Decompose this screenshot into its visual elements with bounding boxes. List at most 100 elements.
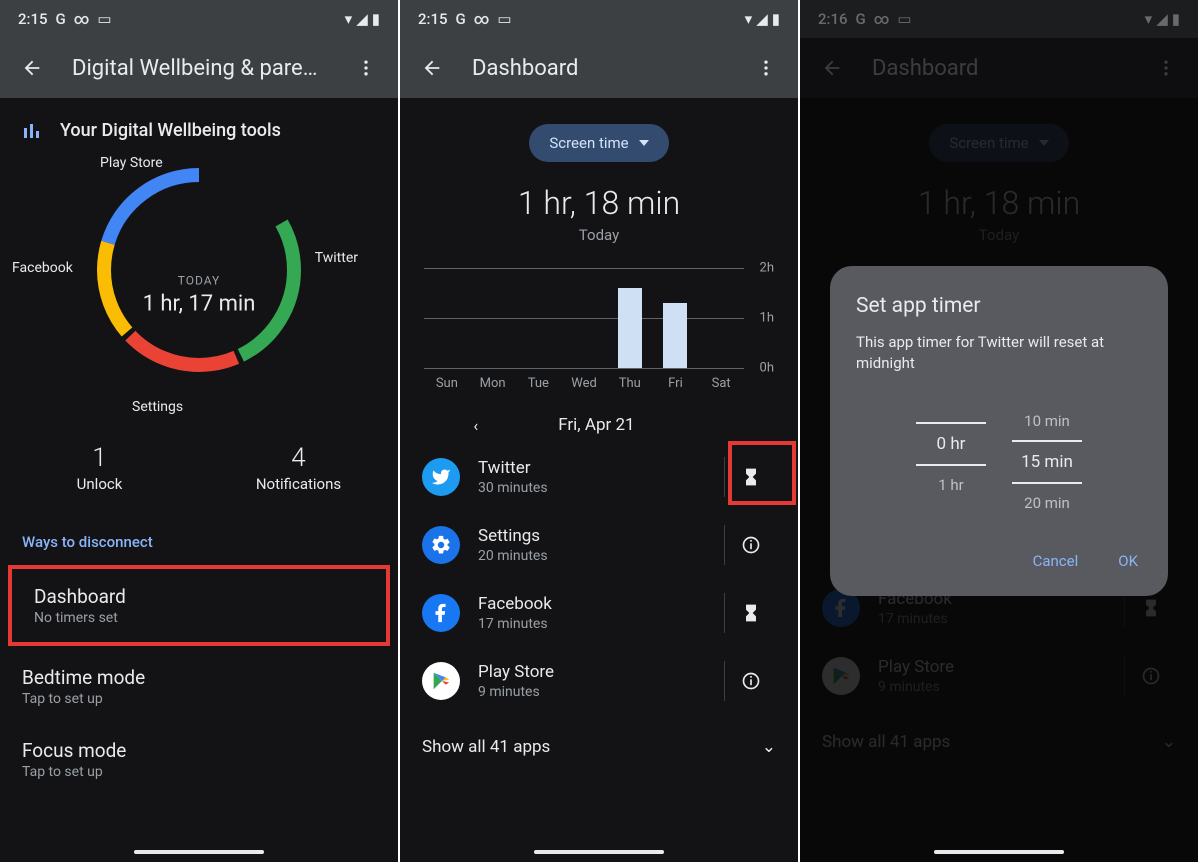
chevron-down-icon: ⌄: [762, 737, 776, 757]
twitter-icon: [422, 458, 460, 496]
bedtime-row[interactable]: Bedtime mode Tap to set up: [0, 650, 398, 723]
playstore-icon: [422, 662, 460, 700]
signal-icon: ◢: [756, 10, 768, 28]
app-name: Facebook: [478, 594, 552, 614]
info-icon: [741, 671, 761, 691]
page-title: Dashboard: [472, 56, 726, 81]
notifications-stat[interactable]: 4 Notifications: [199, 443, 398, 493]
back-arrow-icon: [21, 57, 43, 79]
focus-row[interactable]: Focus mode Tap to set up: [0, 723, 398, 796]
wheel-option: [916, 402, 986, 422]
dialog-body: This app timer for Twitter will reset at…: [856, 332, 1142, 374]
more-button[interactable]: [748, 50, 784, 86]
more-button[interactable]: [348, 50, 384, 86]
app-duration: 9 minutes: [478, 684, 554, 700]
x-tick: Mon: [470, 376, 516, 391]
nav-bar[interactable]: [534, 850, 664, 854]
x-tick: Sat: [698, 376, 744, 391]
more-vert-icon: [356, 58, 376, 78]
prev-day-button[interactable]: ‹: [473, 416, 478, 435]
google-icon: G: [56, 10, 66, 28]
screen-time-dropdown[interactable]: Screen time: [529, 124, 668, 162]
x-tick: Fri: [653, 376, 699, 391]
back-button[interactable]: [414, 50, 450, 86]
app-row-playstore[interactable]: Play Store 9 minutes: [400, 647, 798, 715]
app-bar: Digital Wellbeing & parental...: [0, 38, 398, 98]
dashboard-screen: 2:15G∞▭ ▾◢▮ Dashboard Screen time 1 hr, …: [400, 0, 800, 862]
x-tick: Sun: [424, 376, 470, 391]
bar-chart-icon: [22, 122, 40, 140]
app-row-twitter[interactable]: Twitter 30 minutes: [400, 443, 798, 511]
weekly-bar-chart[interactable]: 2h 1h 0h Sun Mon Tue Wed Thu Fri Sat: [400, 244, 798, 391]
dropdown-caret-icon: [639, 140, 649, 146]
app-duration: 30 minutes: [478, 480, 548, 496]
cancel-button[interactable]: Cancel: [1029, 544, 1083, 578]
app-row-settings[interactable]: Settings 20 minutes: [400, 511, 798, 579]
row-title: Bedtime mode: [22, 666, 376, 689]
today-label: Today: [579, 226, 619, 244]
y-tick: 2h: [760, 261, 774, 276]
app-row-facebook[interactable]: Facebook17 minutes: [400, 579, 798, 647]
hour-wheel[interactable]: 0 hr 1 hr: [916, 402, 986, 522]
donut-label: TODAY: [143, 274, 256, 288]
segment-label: Settings: [132, 399, 183, 415]
donut-center: TODAY 1 hr, 17 min: [143, 274, 256, 317]
info-icon: [741, 535, 761, 555]
donut-value: 1 hr, 17 min: [143, 292, 256, 317]
usage-donut[interactable]: TODAY 1 hr, 17 min Play Store Twitter Se…: [0, 155, 398, 435]
wifi-icon: ▾: [345, 10, 353, 28]
app-name: Settings: [478, 526, 548, 546]
voicemail-icon: ∞: [474, 10, 490, 28]
back-arrow-icon: [421, 57, 443, 79]
stats-row: 1 Unlock 4 Notifications: [0, 435, 398, 513]
hourglass-icon: [741, 603, 761, 623]
status-bar: 2:15 G ∞ ▭ ▾ ◢ ▮: [0, 0, 398, 38]
app-name: Play Store: [478, 662, 554, 682]
x-tick: Thu: [607, 376, 653, 391]
info-button[interactable]: [724, 661, 776, 701]
dialog-title: Set app timer: [856, 294, 1142, 318]
nav-bar[interactable]: [934, 850, 1064, 854]
dashboard-dialog-screen: 2:16G∞▭ ▾◢▮ Dashboard Screen time 1 hr, …: [800, 0, 1200, 862]
tools-header: Your Digital Wellbeing tools: [0, 98, 398, 155]
wellbeing-screen: 2:15 G ∞ ▭ ▾ ◢ ▮ Digital Wellbeing & par…: [0, 0, 400, 862]
date-navigator: ‹ Fri, Apr 21: [400, 391, 798, 443]
wheel-option: 1 hr: [916, 466, 986, 504]
battery-icon: ▮: [772, 10, 780, 28]
app-duration: 20 minutes: [478, 548, 548, 564]
page-title: Digital Wellbeing & parental...: [72, 56, 326, 81]
show-all-apps[interactable]: Show all 41 apps ⌄: [400, 715, 798, 779]
time-picker[interactable]: 0 hr 1 hr 10 min 15 min 20 min: [856, 402, 1142, 522]
facebook-icon: [422, 594, 460, 632]
clock: 2:15: [18, 10, 48, 28]
app-bar: Dashboard: [400, 38, 798, 98]
minute-wheel[interactable]: 10 min 15 min 20 min: [1012, 402, 1082, 522]
google-icon: G: [456, 10, 466, 28]
current-date: Fri, Apr 21: [558, 415, 634, 435]
ok-button[interactable]: OK: [1114, 544, 1142, 578]
row-title: Focus mode: [22, 739, 376, 762]
nav-bar[interactable]: [134, 850, 264, 854]
segment-label: Play Store: [100, 155, 163, 171]
wifi-icon: ▾: [745, 10, 753, 28]
y-tick: 0h: [760, 361, 774, 376]
info-button[interactable]: [724, 525, 776, 565]
settings-icon: [422, 526, 460, 564]
news-icon: ▭: [497, 10, 511, 28]
chip-label: Screen time: [549, 134, 628, 152]
stat-number: 4: [199, 443, 398, 473]
wheel-selected: 0 hr: [916, 422, 986, 466]
row-subtitle: Tap to set up: [22, 691, 376, 707]
wheel-selected: 15 min: [1012, 440, 1082, 484]
stat-label: Notifications: [199, 475, 398, 493]
x-tick: Tue: [515, 376, 561, 391]
app-name: Twitter: [478, 458, 548, 478]
tools-header-text: Your Digital Wellbeing tools: [60, 120, 281, 141]
unlock-stat[interactable]: 1 Unlock: [0, 443, 199, 493]
row-subtitle: No timers set: [34, 610, 364, 626]
timer-button[interactable]: [724, 593, 776, 633]
back-button[interactable]: [14, 50, 50, 86]
dashboard-row[interactable]: Dashboard No timers set: [8, 565, 390, 646]
row-subtitle: Tap to set up: [22, 764, 376, 780]
status-bar: 2:15G∞▭ ▾◢▮: [400, 0, 798, 38]
